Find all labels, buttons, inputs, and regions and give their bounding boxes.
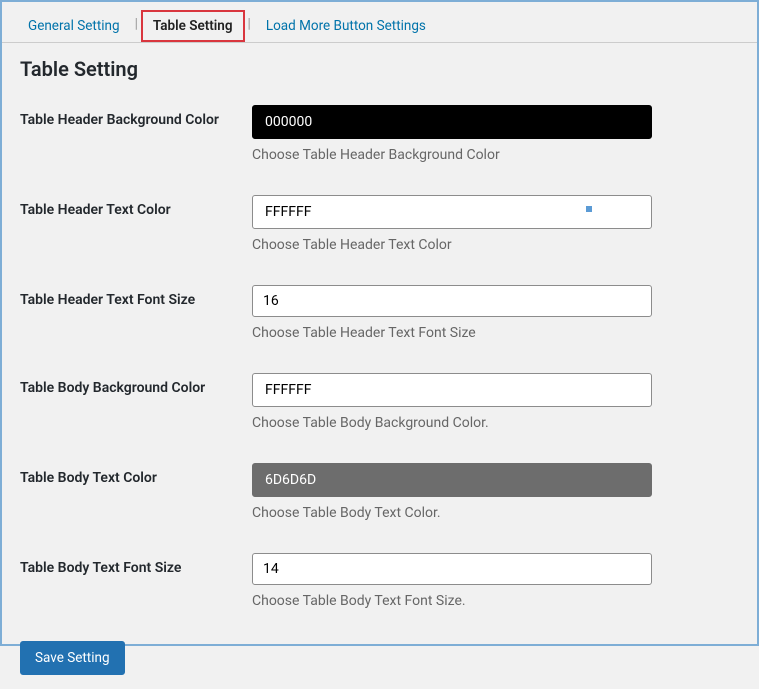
header-bg-color-input[interactable] bbox=[252, 105, 652, 139]
tab-separator: | bbox=[245, 10, 254, 42]
page-title: Table Setting bbox=[20, 57, 739, 81]
field-label: Table Body Background Color bbox=[20, 373, 252, 398]
field-label: Table Header Text Font Size bbox=[20, 285, 252, 310]
field-control: Choose Table Body Text Color. bbox=[252, 463, 652, 521]
field-row-header-text: Table Header Text Color Choose Table Hea… bbox=[20, 195, 739, 253]
settings-panel: General Setting | Table Setting | Load M… bbox=[2, 2, 757, 689]
field-label: Table Header Background Color bbox=[20, 105, 252, 130]
body-text-color-input[interactable] bbox=[252, 463, 652, 497]
field-row-body-size: Table Body Text Font Size Choose Table B… bbox=[20, 553, 739, 609]
field-helper: Choose Table Header Text Font Size bbox=[252, 325, 652, 341]
body-font-size-input[interactable] bbox=[252, 553, 652, 585]
input-wrap bbox=[252, 195, 652, 229]
field-helper: Choose Table Body Text Color. bbox=[252, 505, 652, 521]
field-label: Table Body Text Font Size bbox=[20, 553, 252, 578]
field-row-header-bg: Table Header Background Color Choose Tab… bbox=[20, 105, 739, 163]
field-label: Table Body Text Color bbox=[20, 463, 252, 488]
tab-separator: | bbox=[132, 10, 141, 42]
field-row-header-size: Table Header Text Font Size Choose Table… bbox=[20, 285, 739, 341]
content-area: Table Setting Table Header Background Co… bbox=[2, 43, 757, 689]
field-row-body-text: Table Body Text Color Choose Table Body … bbox=[20, 463, 739, 521]
tab-general-setting[interactable]: General Setting bbox=[16, 10, 132, 42]
field-row-body-bg: Table Body Background Color Choose Table… bbox=[20, 373, 739, 431]
tab-load-more-settings[interactable]: Load More Button Settings bbox=[254, 10, 438, 42]
field-control: Choose Table Body Text Font Size. bbox=[252, 553, 652, 609]
tabs-nav: General Setting | Table Setting | Load M… bbox=[2, 2, 757, 43]
header-text-color-input[interactable] bbox=[252, 195, 652, 229]
field-control: Choose Table Body Background Color. bbox=[252, 373, 652, 431]
color-indicator-icon bbox=[586, 206, 592, 212]
header-font-size-input[interactable] bbox=[252, 285, 652, 317]
tab-table-setting[interactable]: Table Setting bbox=[141, 10, 245, 42]
body-bg-color-input[interactable] bbox=[252, 373, 652, 407]
field-helper: Choose Table Body Text Font Size. bbox=[252, 593, 652, 609]
field-control: Choose Table Header Text Font Size bbox=[252, 285, 652, 341]
field-helper: Choose Table Header Background Color bbox=[252, 147, 652, 163]
field-control: Choose Table Header Background Color bbox=[252, 105, 652, 163]
field-label: Table Header Text Color bbox=[20, 195, 252, 220]
field-control: Choose Table Header Text Color bbox=[252, 195, 652, 253]
field-helper: Choose Table Body Background Color. bbox=[252, 415, 652, 431]
save-button[interactable]: Save Setting bbox=[20, 641, 125, 675]
field-helper: Choose Table Header Text Color bbox=[252, 237, 652, 253]
